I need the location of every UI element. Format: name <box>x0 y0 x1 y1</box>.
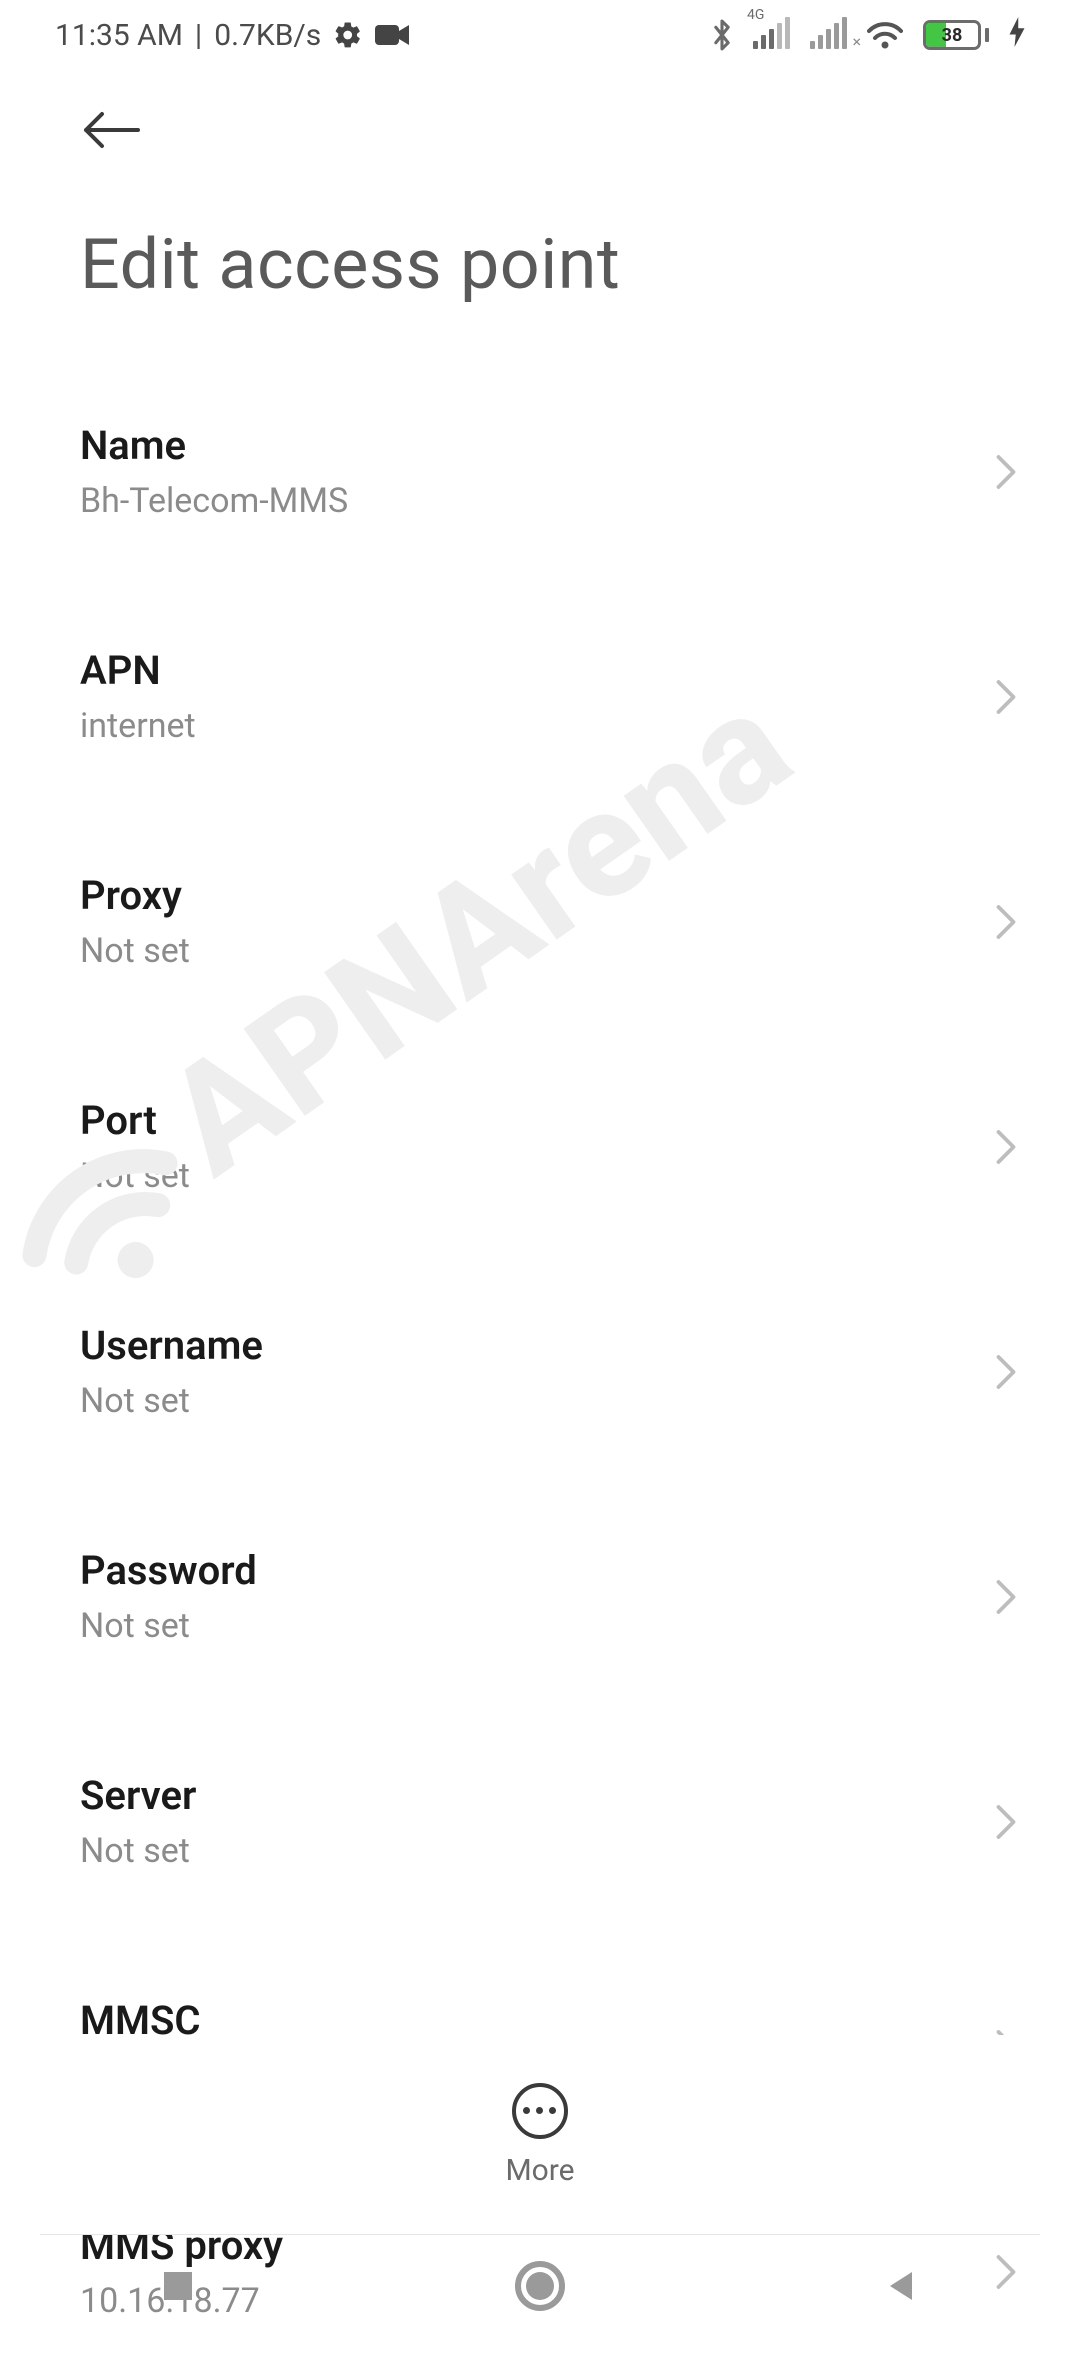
row-label: Password <box>80 1547 257 1594</box>
more-button[interactable]: More <box>505 2083 574 2188</box>
row-value: Not set <box>80 1381 263 1421</box>
status-bar: 11:35 AM | 0.7KB/s 4G × <box>0 0 1080 70</box>
battery-icon: 38 <box>923 20 989 50</box>
bluetooth-icon <box>711 18 733 52</box>
row-name[interactable]: Name Bh-Telecom-MMS <box>0 386 1080 557</box>
signal-sim2-icon: × <box>810 21 847 49</box>
row-value: Not set <box>80 1156 190 1196</box>
row-password[interactable]: Password Not set <box>0 1511 1080 1682</box>
row-server[interactable]: Server Not set <box>0 1736 1080 1907</box>
charging-icon <box>1009 17 1025 54</box>
row-label: Server <box>80 1772 196 1819</box>
signal-label: 4G <box>747 7 764 23</box>
circle-icon <box>514 2260 566 2312</box>
square-icon <box>158 2266 198 2306</box>
row-label: Username <box>80 1322 263 1369</box>
row-apn[interactable]: APN internet <box>0 611 1080 782</box>
row-value: Not set <box>80 931 190 971</box>
status-time: 11:35 AM <box>55 18 183 53</box>
nav-recent-button[interactable] <box>158 2266 198 2310</box>
row-username[interactable]: Username Not set <box>0 1286 1080 1457</box>
chevron-right-icon <box>992 902 1020 942</box>
chevron-right-icon <box>992 1802 1020 1842</box>
triangle-left-icon <box>882 2266 922 2306</box>
nav-home-button[interactable] <box>514 2260 566 2316</box>
system-navbar <box>0 2235 1080 2340</box>
wifi-icon <box>867 21 903 49</box>
row-value: Bh-Telecom-MMS <box>80 481 348 521</box>
back-button[interactable] <box>80 135 144 154</box>
row-proxy[interactable]: Proxy Not set <box>0 836 1080 1007</box>
page-title: Edit access point <box>0 184 1080 386</box>
status-netspeed: 0.7KB/s <box>214 18 321 53</box>
row-label: Proxy <box>80 872 190 919</box>
nav-back-button[interactable] <box>882 2266 922 2310</box>
video-camera-icon <box>375 23 409 47</box>
row-port[interactable]: Port Not set <box>0 1061 1080 1232</box>
bottom-toolbar: More <box>0 2035 1080 2235</box>
row-value: internet <box>80 706 196 746</box>
gear-icon <box>333 20 363 50</box>
more-label: More <box>505 2153 574 2188</box>
chevron-right-icon <box>992 1577 1020 1617</box>
row-value: Not set <box>80 1831 196 1871</box>
chevron-right-icon <box>992 677 1020 717</box>
chevron-right-icon <box>992 1127 1020 1167</box>
battery-percent: 38 <box>926 23 978 47</box>
chevron-right-icon <box>992 1352 1020 1392</box>
arrow-left-icon <box>80 110 144 150</box>
chevron-right-icon <box>992 452 1020 492</box>
row-label: APN <box>80 647 196 694</box>
row-value: Not set <box>80 1606 257 1646</box>
more-icon <box>512 2083 568 2139</box>
row-label: Name <box>80 422 348 469</box>
signal-sim1-icon: 4G <box>753 21 790 49</box>
row-label: Port <box>80 1097 190 1144</box>
